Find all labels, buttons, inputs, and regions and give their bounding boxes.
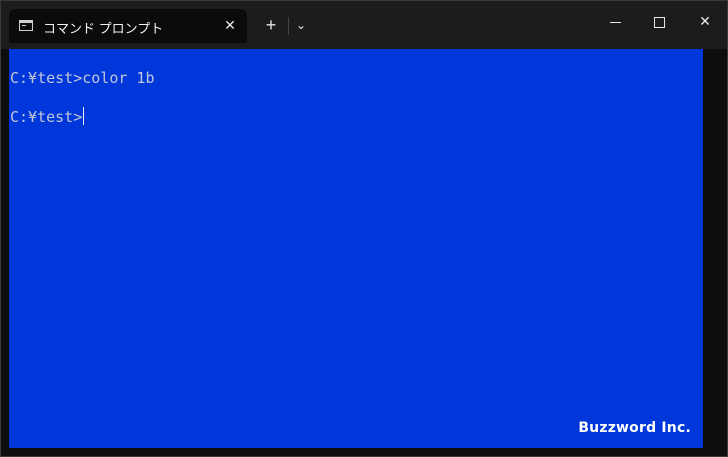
minimize-icon [609,21,621,23]
terminal-window: コマンド プロンプト ✕ + ⌄ ✕ C:¥test>color 1b C:¥t… [0,0,728,457]
terminal-output[interactable]: C:¥test>color 1b C:¥test> Buzzword Inc. [9,49,703,448]
watermark: Buzzword Inc. [578,420,691,436]
tab-separator [288,17,289,35]
chevron-down-icon[interactable]: ⌄ [291,14,311,36]
new-tab-button[interactable]: + [259,13,283,37]
maximize-button[interactable] [639,5,679,37]
text-cursor [83,107,85,125]
tab-title: コマンド プロンプト [43,21,164,36]
cmd-icon [19,20,33,31]
prompt-text: C:¥test> [10,108,83,126]
minimize-button[interactable] [595,5,635,37]
close-button[interactable]: ✕ [685,5,725,37]
title-bar: コマンド プロンプト ✕ + ⌄ ✕ [1,1,727,49]
terminal-prompt-line: C:¥test> [10,107,85,126]
terminal-line: C:¥test>color 1b [10,69,155,87]
maximize-icon [653,16,665,28]
scrollbar[interactable] [704,49,717,448]
tab-close-icon[interactable]: ✕ [219,14,241,36]
tab-command-prompt[interactable]: コマンド プロンプト ✕ [9,9,247,43]
